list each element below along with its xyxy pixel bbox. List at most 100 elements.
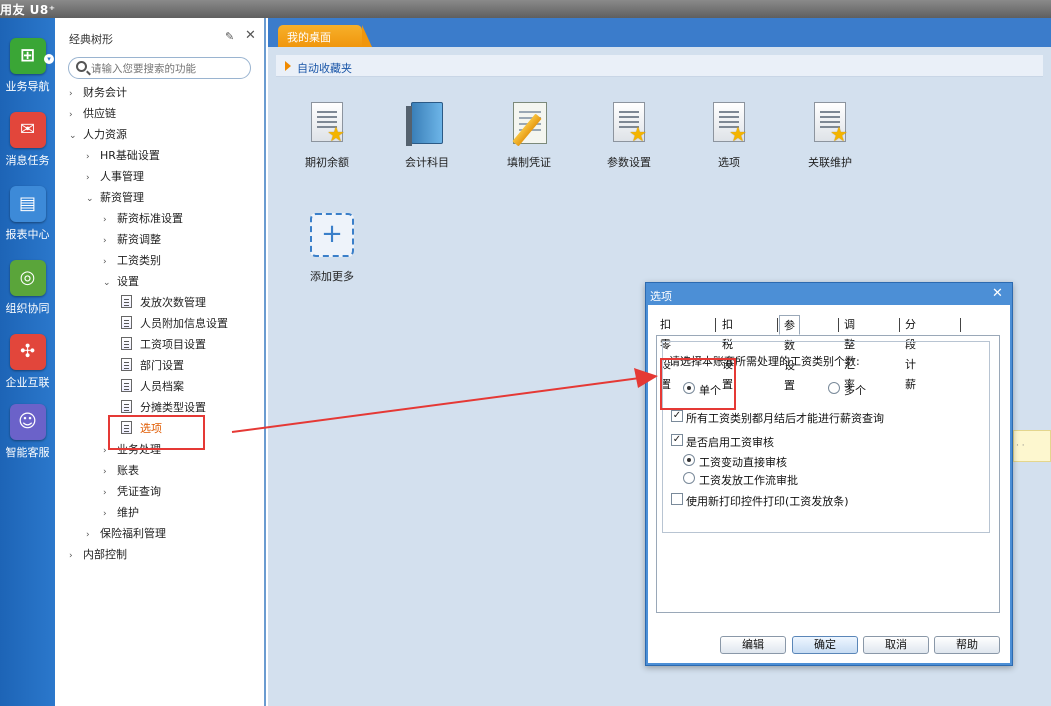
doc-star-icon: ★ — [605, 100, 653, 148]
tab-segmented-pay[interactable]: 分段计薪 — [901, 315, 920, 391]
tree-item-payment-times[interactable]: 发放次数管理 — [121, 294, 206, 312]
shortcut-fill-voucher[interactable]: 填制凭证 — [489, 100, 569, 170]
chevron-right-icon: › — [69, 551, 73, 561]
tree-item-salary-items[interactable]: 工资项目设置 — [121, 336, 206, 354]
help-button[interactable]: 帮助 — [934, 636, 1000, 654]
tree-item-label: 人员附加信息设置 — [140, 317, 228, 330]
rail-item-business-nav[interactable]: ⊞ ▾ 业务导航 — [0, 38, 55, 94]
tree-item-salary-adjust[interactable]: › 薪资调整 — [103, 231, 161, 249]
sticky-note: · · — [1013, 430, 1051, 462]
checkbox-new-print-control[interactable] — [671, 493, 683, 505]
close-icon[interactable]: ✕ — [992, 286, 1003, 301]
rail-item-smart-service[interactable]: ☺ 智能客服 — [0, 404, 55, 460]
radio-workflow-approval[interactable] — [683, 472, 695, 484]
radio-direct-audit[interactable] — [683, 454, 695, 466]
document-icon — [121, 358, 132, 371]
options-dialog: 选项 ✕ 扣零设置 扣税设置 参数设置 调整汇率 分段计薪 请选择本账套所需处理… — [645, 282, 1013, 666]
shortcut-label: 关联维护 — [808, 156, 852, 169]
add-more-button[interactable]: + — [310, 213, 354, 257]
search-box[interactable] — [68, 57, 251, 79]
tree-item-label: 人事管理 — [100, 170, 144, 183]
document-icon — [121, 295, 132, 308]
chevron-right-icon: › — [69, 89, 73, 99]
checkbox-month-end-query[interactable]: ✓ — [671, 410, 683, 422]
shortcut-label: 参数设置 — [607, 156, 651, 169]
tree-item-salary[interactable]: ⌄ 薪资管理 — [86, 189, 144, 207]
radio-direct-audit-label: 工资变动直接审核 — [699, 456, 787, 469]
tree-item-settings[interactable]: ⌄ 设置 — [103, 273, 139, 291]
tree-item-supply-chain[interactable]: › 供应链 — [69, 105, 116, 123]
favorites-label: 自动收藏夹 — [297, 62, 352, 75]
shortcut-parameter-settings[interactable]: ★ 参数设置 — [589, 100, 669, 170]
tree-item-insurance[interactable]: › 保险福利管理 — [86, 525, 166, 543]
shortcut-options[interactable]: ★ 选项 — [689, 100, 769, 170]
tree-item-department[interactable]: 部门设置 — [121, 357, 184, 375]
tree-item-staff-file[interactable]: 人员档案 — [121, 378, 184, 396]
tree-item-label: 发放次数管理 — [140, 296, 206, 309]
chevron-down-icon: ⌄ — [103, 278, 111, 288]
checkbox-new-print-control-label: 使用新打印控件打印(工资发放条) — [686, 495, 849, 508]
radio-multiple[interactable] — [828, 382, 840, 394]
tree-item-maintenance[interactable]: › 维护 — [103, 504, 139, 522]
tree-item-hr-basic[interactable]: › HR基础设置 — [86, 147, 160, 165]
tree-title: 经典树形 — [69, 33, 113, 46]
tree-item-hr[interactable]: ⌄ 人力资源 — [69, 126, 127, 144]
chevron-right-icon: › — [103, 488, 107, 498]
search-input[interactable] — [91, 61, 241, 76]
tree-item-label: 工资类别 — [117, 254, 161, 267]
document-icon — [121, 400, 132, 413]
shortcut-opening-balance[interactable]: ★ 期初余额 — [287, 100, 367, 170]
chevron-down-icon[interactable]: ▾ — [44, 54, 54, 64]
tree-header: 经典树形 ✎ ✕ — [55, 18, 264, 54]
tree-item-personnel[interactable]: › 人事管理 — [86, 168, 144, 186]
tree-item-label: 维护 — [117, 506, 139, 519]
ok-button[interactable]: 确定 — [792, 636, 858, 654]
checkbox-enable-audit[interactable]: ✓ — [671, 434, 683, 446]
tree-item-label: 薪资管理 — [100, 191, 144, 204]
tree-item-voucher-query[interactable]: › 凭证查询 — [103, 483, 161, 501]
tree-item-label: 薪资标准设置 — [117, 212, 183, 225]
rail-item-label: 组织协同 — [5, 302, 50, 315]
chevron-right-icon: › — [86, 152, 90, 162]
rail-item-org-collab[interactable]: ◎ 组织协同 — [0, 260, 55, 316]
rail-item-message-task[interactable]: ✉ 消息任务 — [0, 112, 55, 168]
tab-parameter-settings[interactable]: 参数设置 — [779, 315, 800, 392]
tree-item-internal-control[interactable]: › 内部控制 — [69, 546, 127, 564]
tree-item-salary-category[interactable]: › 工资类别 — [103, 252, 161, 270]
rail-item-enterprise-link[interactable]: ✣ 企业互联 — [0, 334, 55, 390]
tab-exchange-rate[interactable]: 调整汇率 — [840, 315, 859, 391]
tree-item-label: 账表 — [117, 464, 139, 477]
shortcut-label: 会计科目 — [405, 156, 449, 169]
shortcut-link-maintenance[interactable]: ★ 关联维护 — [790, 100, 870, 170]
tree-item-label: 薪资调整 — [117, 233, 161, 246]
close-icon[interactable]: ✕ — [245, 28, 256, 43]
tree-item-finance[interactable]: › 财务会计 — [69, 84, 127, 102]
tree-item-label: 人员档案 — [140, 380, 184, 393]
checkbox-month-end-query-label: 所有工资类别都月结后才能进行薪资查询 — [686, 412, 884, 425]
chevron-right-icon: › — [103, 467, 107, 477]
highlight-single-radio — [660, 358, 736, 410]
tab-tax-deduction[interactable]: 扣税设置 — [718, 315, 737, 391]
tree-item-label: 供应链 — [83, 107, 116, 120]
chevron-right-icon: › — [103, 236, 107, 246]
doc-star-icon: ★ — [303, 100, 351, 148]
tab-my-desktop[interactable]: 我的桌面 — [278, 25, 372, 47]
tab-zero-deduction[interactable]: 扣零设置 — [656, 315, 675, 391]
tree-item-extra-info[interactable]: 人员附加信息设置 — [121, 315, 228, 333]
pin-icon[interactable]: ✎ — [225, 30, 234, 43]
chevron-right-icon: › — [86, 530, 90, 540]
org-collab-icon: ◎ — [9, 260, 46, 296]
rail-item-report-center[interactable]: ▤ 报表中心 — [0, 186, 55, 242]
radio-workflow-approval-label: 工资发放工作流审批 — [699, 474, 798, 487]
tree-item-reports[interactable]: › 账表 — [103, 462, 139, 480]
chevron-down-icon: ⌄ — [86, 194, 94, 204]
chevron-right-icon: › — [69, 110, 73, 120]
rail-item-label: 业务导航 — [5, 80, 50, 93]
shortcut-accounts[interactable]: 会计科目 — [387, 100, 467, 170]
triangle-right-icon — [285, 61, 291, 71]
favorites-bar[interactable]: 自动收藏夹 — [276, 55, 1043, 77]
edit-button[interactable]: 编辑 — [720, 636, 786, 654]
chevron-right-icon: › — [103, 215, 107, 225]
cancel-button[interactable]: 取消 — [863, 636, 929, 654]
tree-item-salary-standard[interactable]: › 薪资标准设置 — [103, 210, 183, 228]
